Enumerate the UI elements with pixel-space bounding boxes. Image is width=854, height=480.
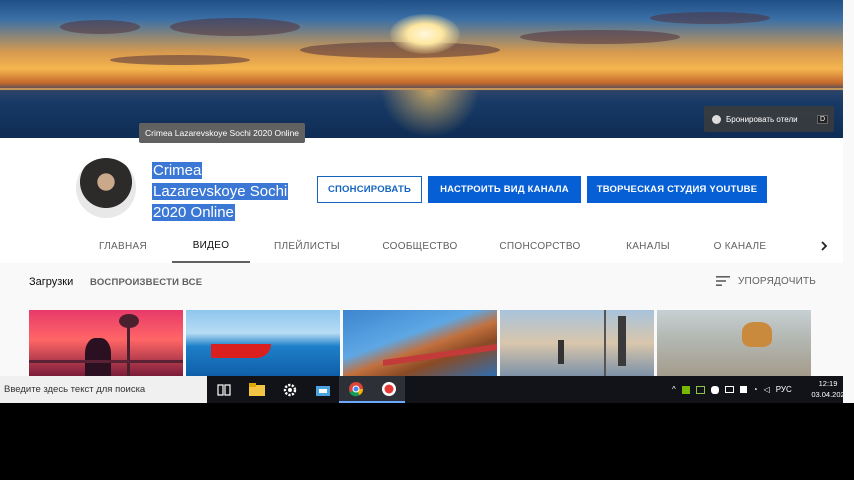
system-tray: ^ ◔ ◁ РУС (672, 376, 792, 403)
speaker-icon[interactable]: ◁ (764, 385, 770, 394)
channel-tabs: ГЛАВНАЯ ВИДЕО ПЛЕЙЛИСТЫ СООБЩЕСТВО СПОНС… (0, 230, 843, 263)
sort-label: УПОРЯДОЧИТЬ (738, 275, 817, 287)
tab-home[interactable]: ГЛАВНАЯ (90, 230, 156, 263)
nvidia-icon[interactable] (681, 385, 690, 394)
volume-icon[interactable] (739, 386, 747, 393)
chevron-up-icon[interactable]: ^ (672, 385, 676, 394)
sponsor-button[interactable]: СПОНСИРОВАТЬ (317, 176, 422, 203)
wifi-icon[interactable]: ◔ (753, 385, 758, 394)
taskbar: Введите здесь текст для поиска ^ ◔ ◁ РУС… (0, 376, 845, 403)
taskbar-clock[interactable]: 12:19 03.04.202 (808, 378, 848, 400)
channel-title-line-3: 2020 Online (152, 204, 235, 221)
channel-banner: Бронировать отели D (0, 0, 843, 138)
sort-icon (716, 276, 730, 286)
file-explorer-icon[interactable] (240, 376, 273, 403)
tab-community[interactable]: СООБЩЕСТВО (350, 230, 490, 263)
avatar[interactable] (76, 158, 136, 218)
video-thumbnail[interactable] (29, 310, 183, 376)
settings-gear-icon[interactable] (273, 376, 306, 403)
video-thumbnail[interactable] (343, 310, 497, 376)
shield-icon[interactable] (710, 385, 719, 394)
taskbar-search-input[interactable]: Введите здесь текст для поиска (0, 376, 207, 403)
clock-date: 03.04.202 (811, 390, 845, 399)
globe-icon (712, 114, 721, 124)
clock-time: 12:19 (818, 379, 838, 388)
book-hotels-label: Бронировать отели (726, 114, 798, 124)
tab-playlists[interactable]: ПЛЕЙЛИСТЫ (266, 230, 348, 263)
youtube-studio-button[interactable]: ТВОРЧЕСКАЯ СТУДИЯ YOUTUBE (587, 176, 767, 203)
chrome-icon[interactable] (339, 376, 372, 403)
channel-title-line-2: Lazarevskoye Sochi (152, 183, 289, 200)
tab-videos[interactable]: ВИДЕО (172, 230, 250, 263)
uploads-title: Загрузки (29, 276, 74, 288)
play-all-button[interactable]: ВОСПРОИЗВЕСТИ ВСЕ (90, 277, 202, 288)
uploads-bar: Загрузки ВОСПРОИЗВЕСТИ ВСЕ УПОРЯДОЧИТЬ (0, 263, 843, 309)
channel-title-tooltip: Crimea Lazarevskoye Sochi 2020 Online (139, 123, 306, 143)
tab-about[interactable]: О КАНАЛЕ (700, 230, 780, 263)
tab-channels[interactable]: КАНАЛЫ (604, 230, 692, 263)
battery-icon[interactable] (695, 385, 705, 394)
video-thumbnail[interactable] (657, 310, 811, 376)
letterbox-bar (0, 403, 854, 480)
power-icon[interactable] (724, 386, 734, 393)
video-thumbnail[interactable] (186, 310, 340, 376)
language-indicator[interactable]: РУС (776, 385, 792, 394)
sun-graphic (390, 14, 460, 54)
task-view-icon[interactable] (207, 376, 240, 403)
store-icon[interactable] (306, 376, 339, 403)
youtube-channel-page: Бронировать отели D Crimea Lazarevskoye … (0, 0, 854, 403)
chevron-right-icon[interactable] (818, 240, 830, 252)
customize-channel-button[interactable]: НАСТРОИТЬ ВИД КАНАЛА (428, 176, 581, 203)
video-thumbnail[interactable] (500, 310, 654, 376)
screen-recorder-icon[interactable] (372, 376, 405, 403)
channel-header: Crimea Lazarevskoye Sochi 2020 Online СП… (0, 138, 843, 263)
keyboard-badge: D (816, 114, 828, 124)
channel-title-line-1: Crimea (152, 162, 203, 179)
sort-button[interactable]: УПОРЯДОЧИТЬ (716, 275, 816, 287)
book-hotels-button[interactable]: Бронировать отели D (704, 106, 834, 132)
tab-sponsorship[interactable]: СПОНСОРСТВО (490, 230, 590, 263)
channel-title: Crimea Lazarevskoye Sochi 2020 Online (152, 160, 312, 223)
